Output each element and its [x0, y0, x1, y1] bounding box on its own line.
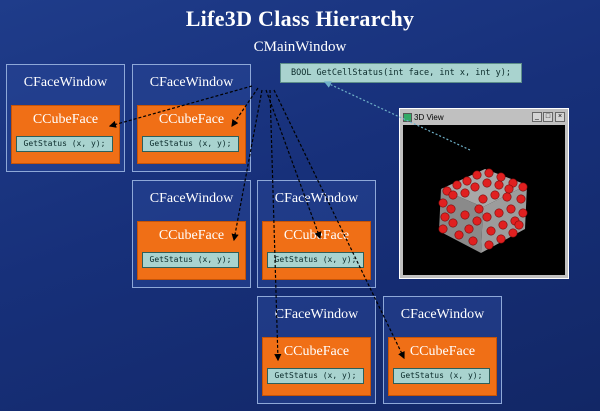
arrow-to-face-2 — [231, 87, 259, 127]
arrow-to-face-5 — [269, 89, 282, 362]
arrow-to-face-6 — [273, 89, 405, 360]
arrow-to-face-3 — [231, 89, 263, 242]
arrow-to-face-1 — [108, 85, 253, 128]
relationship-arrows — [108, 81, 471, 362]
arrow-3d-to-signature — [323, 81, 471, 151]
